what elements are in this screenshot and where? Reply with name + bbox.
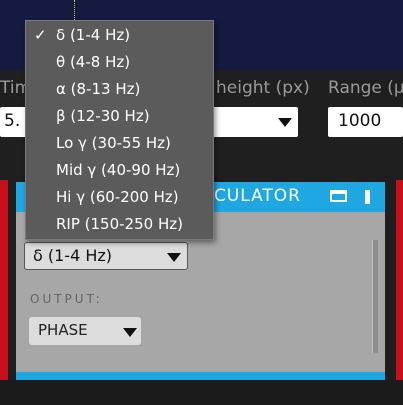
output-select-value: PHASE [38, 321, 88, 339]
band-dropdown-menu: ✓ δ (1-4 Hz) θ (4-8 Hz) α (8-13 Hz) β (1… [25, 20, 214, 240]
menu-item-label: β (12-30 Hz) [56, 107, 150, 125]
module-title: CULATOR [213, 186, 301, 206]
menu-item-delta[interactable]: ✓ δ (1-4 Hz) [26, 22, 213, 49]
menu-item-label: θ (4-8 Hz) [56, 53, 131, 71]
band-select[interactable]: δ (1-4 Hz) [24, 242, 188, 270]
bottom-bar [0, 380, 403, 405]
menu-item-beta[interactable]: β (12-30 Hz) [26, 103, 213, 130]
module-footer [16, 372, 385, 380]
time-value: 5. [4, 111, 21, 131]
time-select[interactable]: 5. [0, 107, 28, 137]
menu-item-label: Mid γ (40-90 Hz) [56, 161, 181, 179]
menu-item-mid-gamma[interactable]: Mid γ (40-90 Hz) [26, 157, 213, 184]
range-label: Range (µ [328, 78, 403, 98]
check-icon: ✓ [34, 26, 47, 44]
chevron-down-icon [278, 118, 292, 127]
menu-item-label: Lo γ (30-55 Hz) [56, 134, 171, 152]
adjacent-module-edge-left [0, 180, 8, 380]
window-icon[interactable] [330, 190, 347, 202]
menu-item-label: RIP (150-250 Hz) [56, 215, 183, 233]
menu-item-alpha[interactable]: α (8-13 Hz) [26, 76, 213, 103]
menu-item-theta[interactable]: θ (4-8 Hz) [26, 49, 213, 76]
height-label: height (px) [216, 78, 310, 98]
height-select[interactable] [210, 107, 298, 137]
output-select[interactable]: PHASE [29, 317, 141, 345]
pin-icon[interactable] [365, 190, 370, 204]
menu-item-label: Hi γ (60-200 Hz) [56, 188, 179, 206]
module-scrollbar[interactable] [372, 240, 378, 353]
chevron-down-icon [167, 253, 181, 262]
menu-item-lo-gamma[interactable]: Lo γ (30-55 Hz) [26, 130, 213, 157]
output-label: OUTPUT: [30, 292, 103, 306]
menu-item-rip[interactable]: RIP (150-250 Hz) [26, 211, 213, 238]
range-field[interactable]: 1000 [328, 107, 403, 137]
band-select-value: δ (1-4 Hz) [33, 246, 113, 265]
range-value: 1000 [338, 111, 382, 131]
menu-item-label: δ (1-4 Hz) [56, 26, 131, 44]
menu-item-label: α (8-13 Hz) [56, 80, 141, 98]
chevron-down-icon [123, 328, 137, 337]
menu-item-hi-gamma[interactable]: Hi γ (60-200 Hz) [26, 184, 213, 211]
adjacent-module-edge-right [396, 180, 403, 380]
